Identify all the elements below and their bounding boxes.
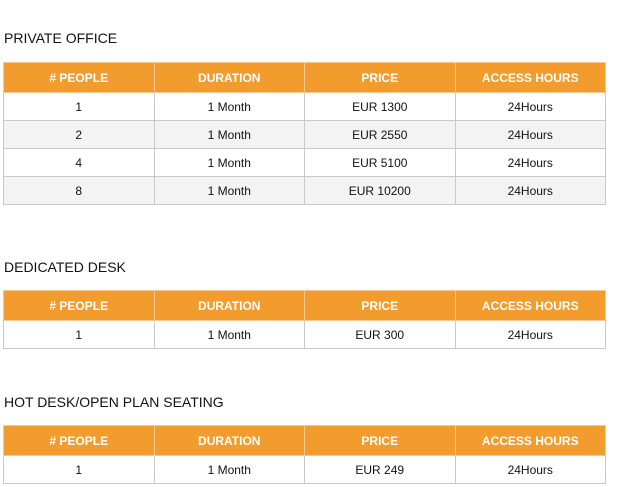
table-header-row: # PEOPLE DURATION PRICE ACCESS HOURS xyxy=(3,62,606,93)
cell-duration: 1 Month xyxy=(153,92,305,121)
column-header-people: # PEOPLE xyxy=(3,62,155,93)
pricing-table-hot-desk: # PEOPLE DURATION PRICE ACCESS HOURS 1 1… xyxy=(3,425,606,484)
table-row: 2 1 Month EUR 2550 24Hours xyxy=(3,120,606,149)
pricing-table-private-office: # PEOPLE DURATION PRICE ACCESS HOURS 1 1… xyxy=(3,62,606,205)
cell-duration: 1 Month xyxy=(153,148,305,177)
cell-access-hours: 24Hours xyxy=(454,176,606,205)
column-header-price: PRICE xyxy=(304,62,456,93)
cell-people: 8 xyxy=(3,176,155,205)
cell-access-hours: 24Hours xyxy=(454,320,606,349)
cell-duration: 1 Month xyxy=(153,176,305,205)
column-header-price: PRICE xyxy=(304,425,456,456)
cell-price: EUR 2550 xyxy=(304,120,456,149)
section-title-dedicated-desk: DEDICATED DESK xyxy=(4,259,126,275)
cell-duration: 1 Month xyxy=(153,320,305,349)
cell-price: EUR 249 xyxy=(304,455,456,484)
cell-price: EUR 1300 xyxy=(304,92,456,121)
cell-access-hours: 24Hours xyxy=(454,92,606,121)
cell-access-hours: 24Hours xyxy=(454,455,606,484)
column-header-people: # PEOPLE xyxy=(3,425,155,456)
section-title-private-office: PRIVATE OFFICE xyxy=(4,30,118,46)
cell-price: EUR 5100 xyxy=(304,148,456,177)
column-header-access-hours: ACCESS HOURS xyxy=(454,425,606,456)
cell-people: 4 xyxy=(3,148,155,177)
pricing-table-dedicated-desk: # PEOPLE DURATION PRICE ACCESS HOURS 1 1… xyxy=(3,290,606,349)
cell-people: 1 xyxy=(3,455,155,484)
table-header-row: # PEOPLE DURATION PRICE ACCESS HOURS xyxy=(3,425,606,456)
table-row: 4 1 Month EUR 5100 24Hours xyxy=(3,148,606,177)
column-header-duration: DURATION xyxy=(153,425,305,456)
column-header-price: PRICE xyxy=(304,290,456,321)
section-title-hot-desk: HOT DESK/OPEN PLAN SEATING xyxy=(4,394,224,410)
cell-people: 1 xyxy=(3,92,155,121)
cell-duration: 1 Month xyxy=(153,120,305,149)
cell-price: EUR 10200 xyxy=(304,176,456,205)
column-header-duration: DURATION xyxy=(153,290,305,321)
cell-access-hours: 24Hours xyxy=(454,120,606,149)
column-header-access-hours: ACCESS HOURS xyxy=(454,62,606,93)
table-header-row: # PEOPLE DURATION PRICE ACCESS HOURS xyxy=(3,290,606,321)
table-row: 8 1 Month EUR 10200 24Hours xyxy=(3,176,606,205)
cell-price: EUR 300 xyxy=(304,320,456,349)
cell-people: 2 xyxy=(3,120,155,149)
table-row: 1 1 Month EUR 300 24Hours xyxy=(3,320,606,349)
cell-duration: 1 Month xyxy=(153,455,305,484)
column-header-people: # PEOPLE xyxy=(3,290,155,321)
cell-access-hours: 24Hours xyxy=(454,148,606,177)
cell-people: 1 xyxy=(3,320,155,349)
table-row: 1 1 Month EUR 1300 24Hours xyxy=(3,92,606,121)
table-row: 1 1 Month EUR 249 24Hours xyxy=(3,455,606,484)
column-header-access-hours: ACCESS HOURS xyxy=(454,290,606,321)
column-header-duration: DURATION xyxy=(153,62,305,93)
